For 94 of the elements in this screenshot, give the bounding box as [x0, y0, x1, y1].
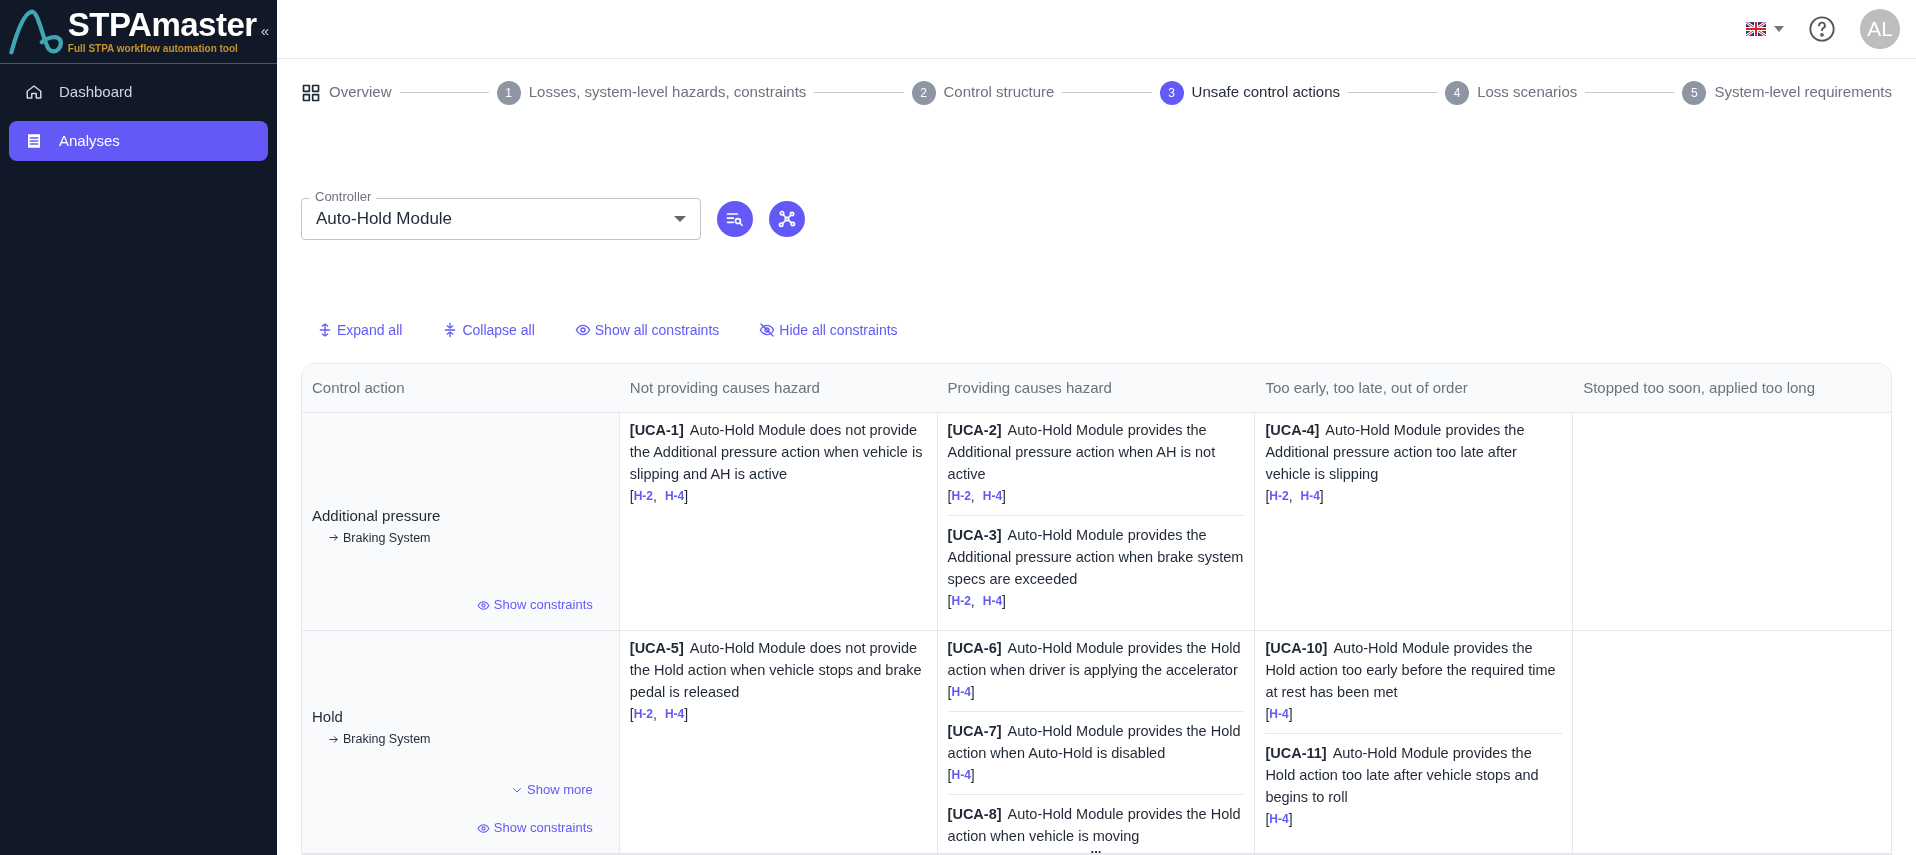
toolbar-link[interactable]: Collapse all — [442, 319, 535, 341]
hazard-link[interactable]: H-2 — [1269, 485, 1289, 507]
show-constraints-link[interactable]: Show constraints — [476, 594, 593, 616]
toolbar-link[interactable]: Hide all constraints — [759, 319, 898, 341]
bracket-text: ] — [1288, 705, 1293, 724]
flag-icon — [1746, 21, 1766, 36]
step-number: 1 — [496, 80, 521, 105]
arrow-right-icon — [328, 532, 339, 543]
target-label: Braking System — [312, 728, 609, 750]
more-indicator: ... — [1090, 845, 1102, 853]
uca-text: [UCA-5] Auto-Hold Module does not provide the Hold action when vehicle stops and brake pedal is released — [629, 639, 923, 702]
help-icon — [1808, 14, 1836, 43]
collapse-sidebar-button[interactable]: « — [260, 20, 269, 43]
bracket-text: [ — [947, 487, 952, 506]
hazard-link[interactable]: H-4 — [1300, 485, 1320, 507]
logo-wordmark: STPAmaster — [67, 7, 257, 41]
bracket-text: ] — [1002, 487, 1006, 506]
bracket-text: [ — [1265, 810, 1270, 829]
caret-icon — [674, 215, 686, 222]
logo-tagline: Full STPA workflow automation tool — [67, 41, 239, 56]
arrow-right-icon — [328, 733, 339, 745]
step-number: 5 — [1682, 80, 1707, 105]
stepper-step[interactable]: 4 Loss scenarios — [1445, 80, 1578, 105]
hazard-link[interactable]: H-4 — [1269, 808, 1289, 830]
expand-icon — [317, 322, 333, 338]
uca-text: [UCA-2] Auto-Hold Module provides the Additional pressure action when AH is not active — [947, 421, 1217, 484]
column-header: Not providing causes hazard — [619, 363, 938, 413]
show-constraints-link[interactable]: Show constraints — [476, 817, 593, 839]
uca-text: [UCA-1] Auto-Hold Module does not provide the Additional pressure action when vehicle is slipping and AH is active — [629, 421, 924, 484]
network-icon — [777, 208, 797, 229]
list-icon — [25, 131, 43, 150]
grid-icon — [301, 82, 321, 103]
bracket-text: ] — [684, 487, 689, 506]
column-header: Control action — [302, 363, 620, 413]
overview-step[interactable]: Overview — [301, 81, 392, 104]
column-header: Providing causes hazard — [937, 363, 1256, 413]
filter-search-button[interactable] — [717, 200, 753, 237]
sidebar-item[interactable]: Analyses — [9, 120, 268, 161]
step-number: 3 — [1159, 80, 1184, 105]
home-icon — [25, 83, 43, 102]
column-header: Too early, too late, out of order — [1255, 363, 1574, 413]
bracket-text: ] — [1319, 487, 1324, 506]
uca-text: [UCA-6] Auto-Hold Module provides the Hold action when driver is applying the accelerator — [947, 639, 1242, 680]
bracket-text: ] — [970, 766, 975, 785]
toolbar-link[interactable]: Show all constraints — [574, 319, 720, 341]
bracket-text: [ — [629, 487, 634, 506]
stepper-step[interactable]: 5 System-level requirements — [1682, 80, 1892, 105]
bracket-text: [ — [947, 683, 952, 702]
hazard-link[interactable]: H-2 — [951, 485, 971, 507]
bracket-text: [ — [1265, 487, 1270, 506]
step-number: 2 — [911, 80, 936, 105]
separator-text: , — [970, 487, 975, 506]
hazard-link[interactable]: H-2 — [951, 590, 971, 612]
separator-text: , — [653, 705, 657, 724]
bracket-text: [ — [947, 766, 952, 785]
control-action-name: Additional pressure — [312, 505, 442, 526]
stepper-step[interactable]: 2 Control structure — [911, 80, 1055, 105]
separator-text: , — [1288, 487, 1293, 506]
help-button[interactable] — [1808, 14, 1836, 43]
caret-icon — [1774, 25, 1784, 32]
separator-text: , — [970, 592, 975, 611]
bracket-text: ] — [1288, 810, 1293, 829]
eye-icon — [574, 322, 591, 338]
control-action-name: Hold — [312, 707, 344, 727]
hazard-link[interactable]: H-4 — [1269, 703, 1289, 725]
column-header: Stopped too soon, applied too long — [1573, 363, 1891, 413]
bracket-text: [ — [1265, 705, 1270, 724]
bracket-text: ] — [970, 683, 975, 702]
bracket-text: ] — [1002, 592, 1006, 611]
language-selector[interactable] — [1746, 21, 1784, 36]
hazard-link[interactable]: H-4 — [951, 681, 971, 703]
eye-off-icon — [759, 322, 776, 338]
uca-text: [UCA-3] Auto-Hold Module provides the Additional pressure action when brake system specs are exceeded — [947, 526, 1245, 589]
uca-text: [UCA-8] Auto-Hold Module provides the Hold action when vehicle is moving — [947, 805, 1242, 846]
toolbar-link[interactable]: Expand all — [317, 319, 403, 341]
eye-icon — [476, 598, 490, 612]
bracket-text: [ — [629, 705, 634, 724]
diagram-button[interactable] — [769, 200, 805, 237]
uca-text: [UCA-10] Auto-Hold Module provides the Hold action too early before the required time at rest has been met — [1265, 639, 1557, 702]
uca-text: [UCA-11] Auto-Hold Module provides the Hold action too late after vehicle stops and begins to roll — [1265, 744, 1540, 807]
stepper-step[interactable]: 1 Losses, system-level hazards, constraints — [496, 80, 807, 105]
bracket-text: [ — [947, 592, 952, 611]
show-more-link[interactable]: Show more — [511, 779, 593, 801]
bracket-text: ] — [684, 705, 689, 724]
uca-text: [UCA-7] Auto-Hold Module provides the Hold action when Auto-Hold is disabled — [947, 722, 1242, 763]
sidebar-item[interactable]: Dashboard — [9, 72, 268, 113]
select-value: Auto-Hold Module — [316, 207, 453, 230]
step-number: 4 — [1445, 80, 1470, 105]
uca-text: [UCA-4] Auto-Hold Module provides the Additional pressure action too late after vehicle is slipping — [1265, 421, 1526, 484]
eye-icon — [476, 821, 490, 835]
target-label: Braking System — [312, 526, 609, 549]
stepper-step[interactable]: 3 Unsafe control actions — [1159, 80, 1340, 105]
separator-text: , — [653, 487, 657, 506]
hazard-link[interactable]: H-4 — [951, 764, 971, 786]
